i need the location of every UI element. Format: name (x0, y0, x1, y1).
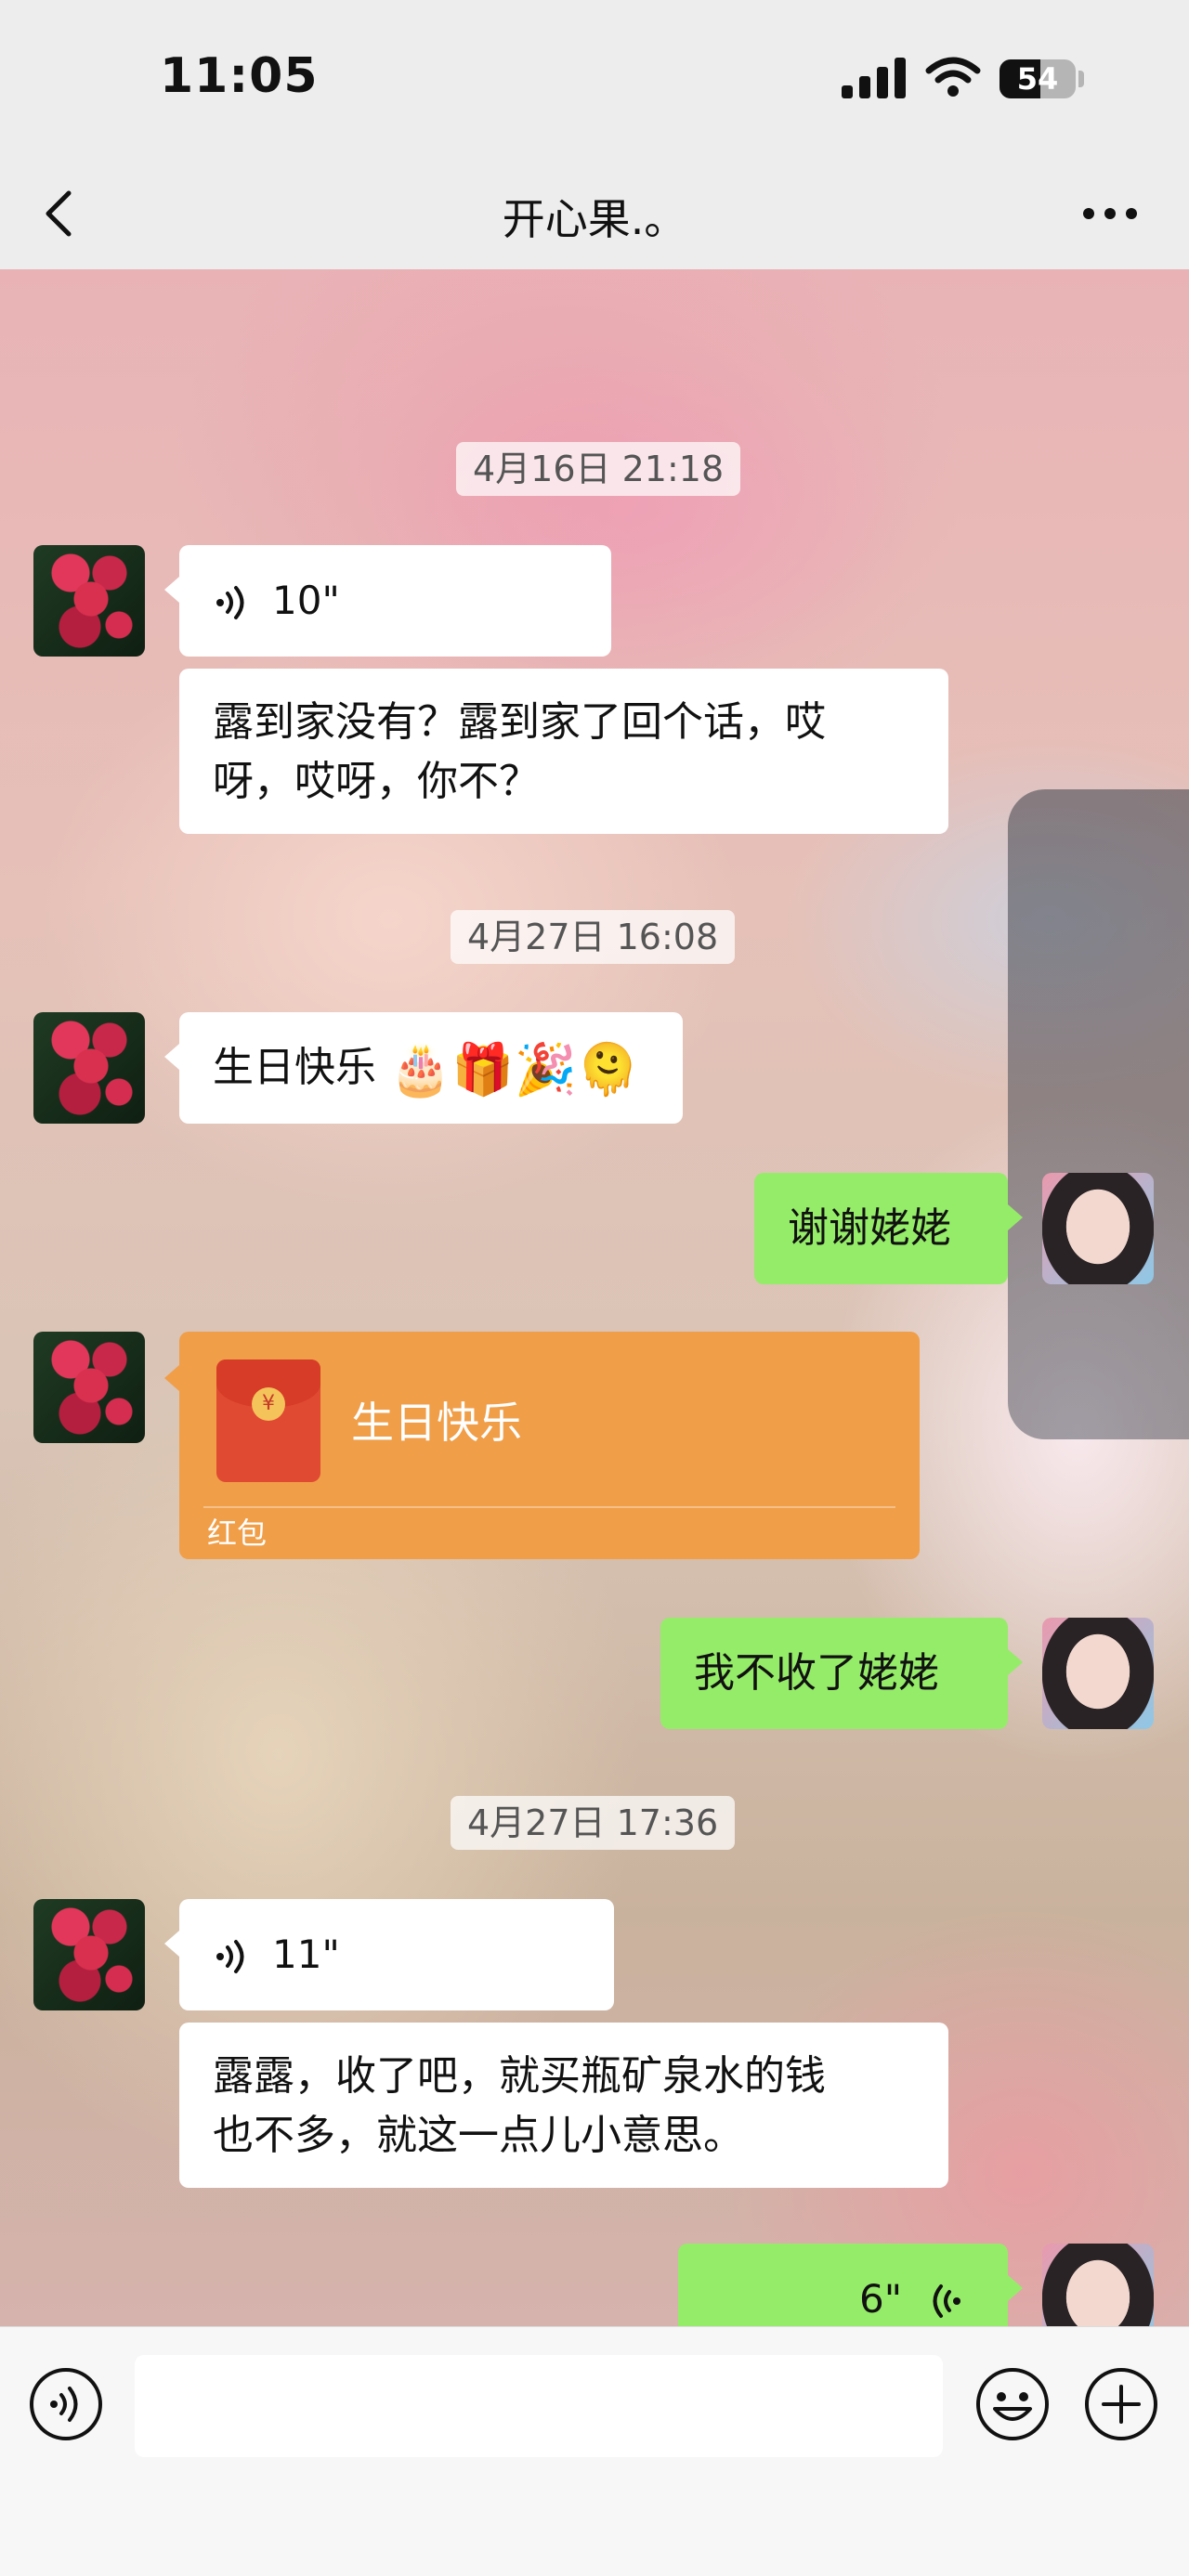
message-line: 呀，哎呀，你不？ (213, 758, 540, 805)
text-message-outgoing[interactable]: 谢谢姥姥 (754, 1173, 1023, 1284)
avatar-contact[interactable] (33, 1012, 145, 1124)
birthday-emoji: 🎂🎁🎉🫠 (389, 1040, 639, 1099)
message-line: 露到家没有？露到家了回个话，哎 (213, 698, 826, 746)
battery-percent: 54 (1016, 61, 1059, 97)
emoji-icon[interactable] (974, 2366, 1051, 2442)
voice-wave-icon (216, 1940, 244, 1973)
avatar-contact[interactable] (33, 1899, 145, 2010)
red-packet-title: 生日快乐 (351, 1398, 522, 1448)
message-line: 露露，收了吧，就买瓶矿泉水的钱 (213, 2052, 826, 2100)
battery-indicator: 54 (1000, 59, 1076, 98)
status-bar: 11:05 54 (0, 0, 1189, 158)
chat-title: 开心果.。 (502, 194, 687, 244)
voice-mode-icon[interactable] (28, 2366, 104, 2442)
timestamp: 4月27日 17:36 (451, 1796, 736, 1850)
voice-duration: 10" (272, 578, 340, 623)
timestamp: 4月27日 16:08 (451, 910, 736, 964)
voice-duration: 6" (859, 2276, 903, 2322)
yuan-coin-icon: ¥ (252, 1387, 285, 1421)
wifi-icon (925, 57, 981, 97)
message-text: 我不收了姥姥 (694, 1649, 939, 1697)
more-dots-icon[interactable] (1078, 195, 1143, 232)
status-time: 11:05 (160, 48, 319, 104)
avatar-contact[interactable] (33, 545, 145, 657)
chat-header: 开心果.。 (0, 158, 1189, 269)
voice-message[interactable]: 11" (164, 1899, 614, 2010)
cellular-signal-icon (842, 58, 907, 98)
avatar-contact[interactable] (33, 1332, 145, 1443)
plus-icon[interactable] (1083, 2366, 1159, 2442)
red-packet-divider (203, 1506, 895, 1508)
red-packet-message[interactable]: ¥ 生日快乐 红包 (164, 1332, 920, 1559)
message-text: 生日快乐 (213, 1044, 376, 1091)
message-input[interactable] (135, 2355, 943, 2457)
avatar-self[interactable] (1042, 1173, 1154, 1284)
message-line: 也不多，就这一点儿小意思。 (213, 2112, 744, 2159)
text-message[interactable]: 露露，收了吧，就买瓶矿泉水的钱 也不多，就这一点儿小意思。 (179, 2023, 948, 2188)
message-text: 谢谢姥姥 (788, 1204, 951, 1252)
text-message[interactable]: 露到家没有？露到家了回个话，哎 呀，哎呀，你不？ (179, 669, 948, 834)
voice-message[interactable]: 10" (164, 545, 611, 657)
text-message-outgoing[interactable]: 我不收了姥姥 (660, 1618, 1023, 1729)
red-packet-icon: ¥ (216, 1360, 320, 1482)
avatar-self[interactable] (1042, 1618, 1154, 1729)
timestamp: 4月16日 21:18 (456, 442, 741, 496)
text-message[interactable]: 生日快乐 🎂🎁🎉🫠 (164, 1012, 683, 1124)
voice-wave-icon (933, 2284, 960, 2318)
battery-cap (1078, 71, 1084, 87)
voice-wave-icon (216, 586, 244, 619)
red-packet-label: 红包 (207, 1516, 268, 1551)
voice-duration: 11" (272, 1932, 340, 1977)
input-bar (0, 2326, 1189, 2576)
background-photo-screen (1008, 789, 1189, 1439)
